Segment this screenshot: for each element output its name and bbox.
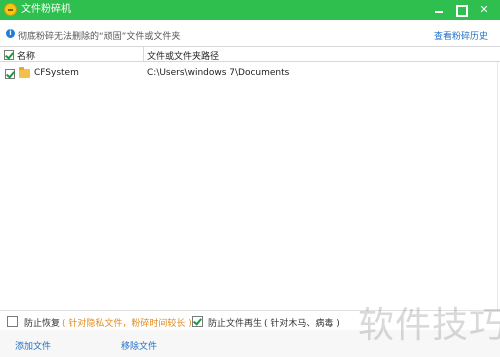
- column-divider[interactable]: [143, 47, 144, 62]
- prevent-recovery-note: ( 针对隐私文件，粉碎时间较长 ): [62, 319, 192, 329]
- row-checkbox[interactable]: [5, 69, 15, 79]
- title-bar: 文件粉碎机 ✕: [0, 0, 500, 20]
- watermark-text: 软件技巧: [358, 305, 500, 346]
- prevent-regeneration-label[interactable]: 防止文件再生: [208, 316, 262, 329]
- info-message: 彻底粉碎无法删除的“顽固”文件或文件夹: [18, 32, 181, 42]
- view-shred-history-link[interactable]: 查看粉碎历史: [434, 29, 488, 42]
- prevent-regeneration-note: ( 针对木马、病毒 ): [264, 319, 340, 329]
- prevent-regeneration-checkbox[interactable]: [192, 316, 203, 327]
- close-icon[interactable]: ✕: [474, 0, 494, 20]
- info-bar: i 彻底粉碎无法删除的“顽固”文件或文件夹 查看粉碎历史: [0, 20, 500, 46]
- maximize-icon[interactable]: [450, 0, 470, 20]
- list-right-border: [497, 62, 498, 310]
- shredder-app-icon: [4, 3, 17, 16]
- window-title: 文件粉碎机: [21, 4, 71, 15]
- folder-icon: [19, 67, 30, 78]
- info-icon: i: [6, 29, 15, 38]
- prevent-recovery-checkbox[interactable]: [7, 316, 18, 327]
- column-header-path[interactable]: 文件或文件夹路径: [147, 49, 219, 62]
- table-header: 名称 文件或文件夹路径: [0, 46, 500, 62]
- minimize-icon[interactable]: [429, 0, 449, 20]
- remove-file-button[interactable]: 移除文件: [121, 339, 157, 352]
- file-name: CFSystem: [34, 68, 79, 78]
- file-path: C:\Users\windows 7\Documents: [147, 68, 290, 78]
- add-file-button[interactable]: 添加文件: [15, 339, 51, 352]
- column-header-name[interactable]: 名称: [17, 49, 35, 62]
- table-row[interactable]: CFSystem C:\Users\windows 7\Documents: [0, 66, 500, 82]
- select-all-checkbox[interactable]: [4, 50, 14, 60]
- prevent-recovery-label[interactable]: 防止恢复: [24, 316, 60, 329]
